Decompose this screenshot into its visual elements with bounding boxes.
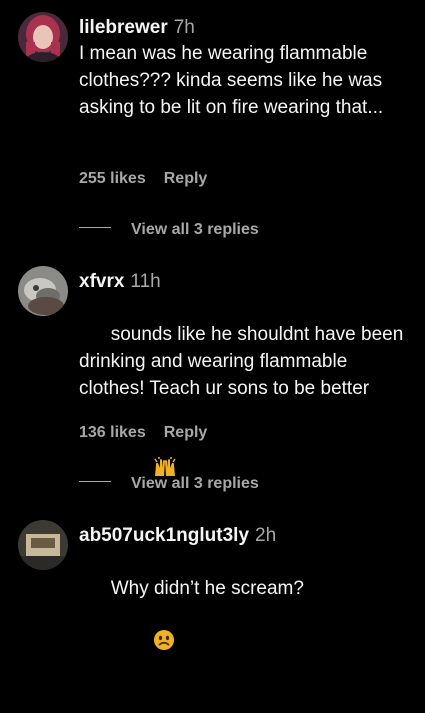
comment-header: xfvrx 11h <box>79 270 413 294</box>
comment-text-content: sounds like he shouldnt have been drinki… <box>79 324 409 399</box>
comment-text-content: Why didn’t he scream? <box>110 578 304 599</box>
like-count[interactable]: 255 likes <box>79 170 146 187</box>
timestamp: 7h <box>173 17 195 38</box>
username[interactable]: ab507uck1nglut3ly <box>79 525 249 546</box>
replies-divider <box>79 227 111 229</box>
timestamp: 11h <box>130 271 161 292</box>
username[interactable]: lilebrewer <box>79 17 168 38</box>
reply-button[interactable]: Reply <box>164 170 208 187</box>
comment-actions: 136 likes Reply <box>79 424 207 442</box>
view-replies-button[interactable]: View all 3 replies <box>79 221 259 239</box>
username[interactable]: xfvrx <box>79 271 124 292</box>
comment-header: ab507uck1nglut3ly 2h <box>79 524 413 548</box>
timestamp: 2h <box>255 525 277 546</box>
reply-button[interactable]: Reply <box>164 424 208 441</box>
view-replies-button[interactable]: View all 3 replies <box>79 475 259 493</box>
avatar[interactable] <box>18 12 68 62</box>
comment-actions: 255 likes Reply <box>79 170 207 188</box>
comment-text: sounds like he shouldnt have been drinki… <box>79 294 411 540</box>
like-count[interactable]: 136 likes <box>79 424 146 441</box>
view-replies-label: View all 3 replies <box>131 221 259 238</box>
avatar[interactable] <box>18 520 68 570</box>
replies-divider <box>79 481 111 483</box>
comment-text: I mean was he wearing flammable clothes?… <box>79 43 388 118</box>
avatar[interactable] <box>18 266 68 316</box>
frowning-face-emoji <box>111 602 175 686</box>
view-replies-label: View all 3 replies <box>131 475 259 492</box>
comment-text: Why didn’t he scream? <box>79 548 413 713</box>
comment-header: lilebrewer 7h <box>79 16 413 40</box>
